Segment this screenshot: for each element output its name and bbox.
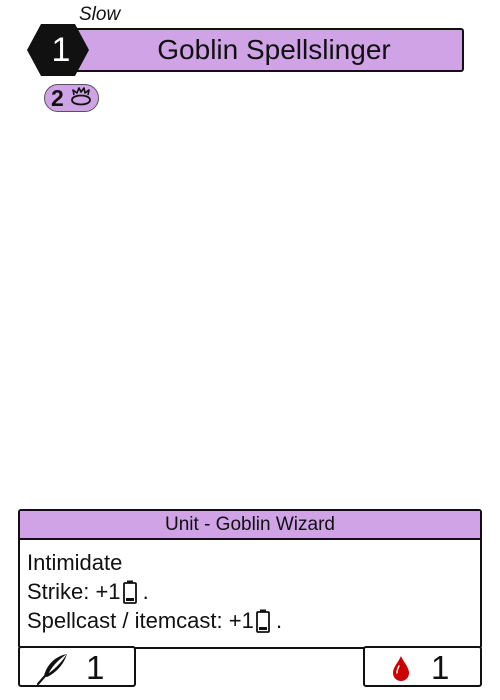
speed-tag: Slow (79, 4, 121, 25)
rule-line: Strike: +1 . (27, 577, 472, 606)
health-stat: 1 (363, 646, 482, 687)
power-value: 1 (86, 649, 105, 686)
rules-text: Intimidate Strike: +1 . Spellcast / item… (27, 548, 472, 635)
battery-icon (255, 609, 270, 633)
blood-drop-icon (393, 656, 409, 681)
card-name: Goblin Spellslinger (157, 34, 391, 65)
rule-suffix: . (275, 608, 283, 633)
rule-text: Spellcast / itemcast: +1 (27, 608, 254, 633)
eye-fire-icon (71, 87, 91, 106)
lightning-bolt-icon (28, 24, 36, 42)
rules-box: Unit - Goblin Wizard Intimidate Strike: … (18, 509, 482, 649)
secondary-cost-pill: 2 (44, 84, 99, 112)
cost-badge: 1 (27, 24, 89, 76)
type-line: Unit - Goblin Wizard (20, 511, 480, 540)
rule-text: Strike: +1 (27, 579, 121, 604)
battery-icon (122, 580, 137, 604)
power-stat: 1 (18, 646, 136, 687)
rule-text: Intimidate (27, 550, 123, 575)
rule-suffix: . (142, 579, 149, 604)
secondary-cost-value: 2 (51, 85, 64, 111)
health-value: 1 (431, 649, 450, 686)
rule-line: Intimidate (27, 548, 472, 577)
cost-value: 1 (51, 31, 71, 69)
quill-icon (36, 654, 67, 686)
rule-line: Spellcast / itemcast: +1 . (27, 606, 472, 635)
